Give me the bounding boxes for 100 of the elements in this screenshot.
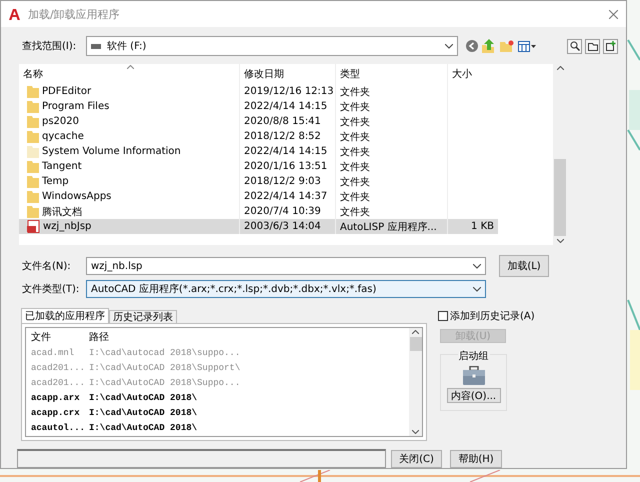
file-type: 文件夹 <box>340 160 370 174</box>
chevron-icon <box>473 286 481 292</box>
folder-icon <box>588 42 598 50</box>
folder-icon <box>27 85 39 98</box>
column-header[interactable]: 名称 <box>19 67 239 81</box>
app-path: I:\cad\autocad 2018\suppo... <box>89 348 240 358</box>
add-button[interactable] <box>603 38 618 54</box>
file-name: Program Files <box>42 101 110 112</box>
folder-button[interactable] <box>585 38 600 54</box>
folder-icon <box>27 160 39 173</box>
file-type-dropdown[interactable]: AutoCAD 应用程序(*.arx;*.crx;*.lsp;*.dvb;*.dbx;*.vlx;*.fas) <box>86 280 486 298</box>
file-name: System Volume Information <box>42 146 181 157</box>
file-name-label: 文件名(N): <box>21 260 72 273</box>
modified-date: 2020/1/16 13:51 <box>244 161 328 172</box>
modified-date: 2020/8/8 15:41 <box>244 116 321 127</box>
add-icon <box>606 41 616 51</box>
file-name: 腾讯文档 <box>42 206 82 218</box>
file-row[interactable]: wzj_nbJsp 2003/6/3 14:04 AutoLISP 应用程序... 1 KB <box>19 219 498 234</box>
file-row[interactable]: qycache 2018/12/2 8:52 文件夹 <box>19 129 498 144</box>
file-row[interactable]: Program Files 2022/4/14 14:15 文件夹 <box>19 99 498 114</box>
folder-icon <box>27 130 39 143</box>
scroll-thumb[interactable] <box>554 159 566 236</box>
tab[interactable]: 历史记录列表 <box>109 310 177 323</box>
app-path: I:\cad\AutoCAD 2018\ <box>89 422 198 432</box>
column-header[interactable]: 大小 <box>447 64 498 84</box>
checkbox-label[interactable]: 添加到历史记录(A) <box>450 309 535 323</box>
app-path: I:\cad\AutoCAD 2018\Support\ <box>89 362 240 372</box>
file-name: PDFEditor <box>42 86 92 97</box>
app-file-name: acapp.arx <box>30 392 81 402</box>
file-name-field[interactable]: wzj_nb.lsp <box>86 257 486 275</box>
window-title: 加载/卸载应用程序 <box>28 6 121 22</box>
modified-date: 2018/12/2 8:52 <box>244 131 321 142</box>
file-row[interactable]: WindowsApps 2022/4/14 14:37 文件夹 <box>19 189 498 204</box>
column-header[interactable]: 类型 <box>335 64 447 84</box>
app-path: I:\cad\AutoCAD 2018\ <box>89 408 198 418</box>
app-file-name: acautol... <box>30 422 86 432</box>
new-folder-icon[interactable] <box>500 40 514 52</box>
folder-icon <box>27 175 39 188</box>
column-header[interactable]: 文件 <box>26 330 89 344</box>
file-row[interactable]: ps2020 2020/8/8 15:41 文件夹 <box>19 114 498 129</box>
file-type: 文件夹 <box>340 86 370 98</box>
folder-icon <box>27 100 39 113</box>
file-name: WindowsApps <box>42 191 112 202</box>
modified-date: 2022/4/14 14:15 <box>244 146 328 157</box>
folder-icon <box>27 205 39 218</box>
modified-date: 2022/4/14 14:37 <box>244 191 328 202</box>
look-in-dropdown[interactable]: 软件 (F:) <box>86 36 458 56</box>
view-menu-icon[interactable] <box>518 40 536 52</box>
help-button[interactable]: 帮助(H) <box>450 450 502 468</box>
app-file-name: acad201... <box>30 378 86 388</box>
app-path: I:\cad\AutoCAD 2018\ <box>89 392 198 402</box>
app-path: I:\cad\AutoCAD 2018\Suppo... <box>89 378 240 388</box>
file-name: ps2020 <box>42 116 80 127</box>
drive-icon <box>91 44 101 48</box>
modified-date: 2018/12/2 9:03 <box>244 176 321 187</box>
folder-icon <box>27 115 39 128</box>
file-name: qycache <box>42 131 84 142</box>
look-in-label: 查找范围(I): <box>21 40 78 53</box>
up-folder-icon[interactable] <box>482 39 496 53</box>
close-button[interactable]: 关闭(C) <box>391 450 442 468</box>
checkbox[interactable] <box>438 311 448 321</box>
scrollbar[interactable] <box>409 328 422 436</box>
app-file-name: acapp.crx <box>30 408 81 418</box>
column-header[interactable]: 路径 <box>89 330 109 344</box>
file-row[interactable]: Tangent 2020/1/16 13:51 文件夹 <box>19 159 498 174</box>
chevron-icon <box>445 44 453 48</box>
file-type: AutoLISP 应用程序... <box>340 220 437 234</box>
column-header[interactable]: 修改日期 <box>239 64 335 84</box>
group-title: 启动组 <box>458 349 490 363</box>
file-type: 文件夹 <box>340 116 370 128</box>
scroll-up-icon <box>412 330 419 334</box>
app-logo-icon <box>9 8 20 20</box>
load-button[interactable]: 加载(L) <box>499 255 549 277</box>
file-type: 文件夹 <box>340 100 370 114</box>
folder-icon <box>27 145 39 158</box>
scroll-down-icon <box>556 239 564 243</box>
contents-button[interactable]: 内容(O)... <box>446 388 500 403</box>
file-type-label: 文件类型(T): <box>21 282 80 296</box>
scroll-thumb[interactable] <box>410 337 422 351</box>
app-file-name: acad.mnl <box>30 348 76 358</box>
file-row[interactable]: Temp 2018/12/2 9:03 文件夹 <box>19 174 498 189</box>
file-name: Tangent <box>42 161 82 172</box>
file-row[interactable]: System Volume Information 2022/4/14 14:15 文件夹 <box>19 144 498 159</box>
modified-date: 2022/4/14 14:15 <box>244 101 328 112</box>
file-type: 文件夹 <box>340 190 370 204</box>
scroll-up-icon <box>556 66 564 70</box>
briefcase-icon <box>462 366 484 385</box>
sort-ascending-icon <box>127 65 134 69</box>
back-icon[interactable] <box>466 40 478 52</box>
folder-icon <box>27 190 39 203</box>
tab[interactable]: 已加载的应用程序 <box>21 308 109 323</box>
file-name: Temp <box>42 176 69 187</box>
find-button[interactable] <box>567 38 582 54</box>
file-row[interactable]: PDFEditor 2019/12/16 12:13 文件夹 <box>19 84 498 99</box>
chevron-icon <box>473 264 481 268</box>
file-type: 文件夹 <box>340 130 370 144</box>
search-icon <box>570 41 580 51</box>
file-type: 文件夹 <box>340 146 370 158</box>
file-size: 1 KB <box>471 221 494 232</box>
close-icon[interactable] <box>609 10 618 18</box>
